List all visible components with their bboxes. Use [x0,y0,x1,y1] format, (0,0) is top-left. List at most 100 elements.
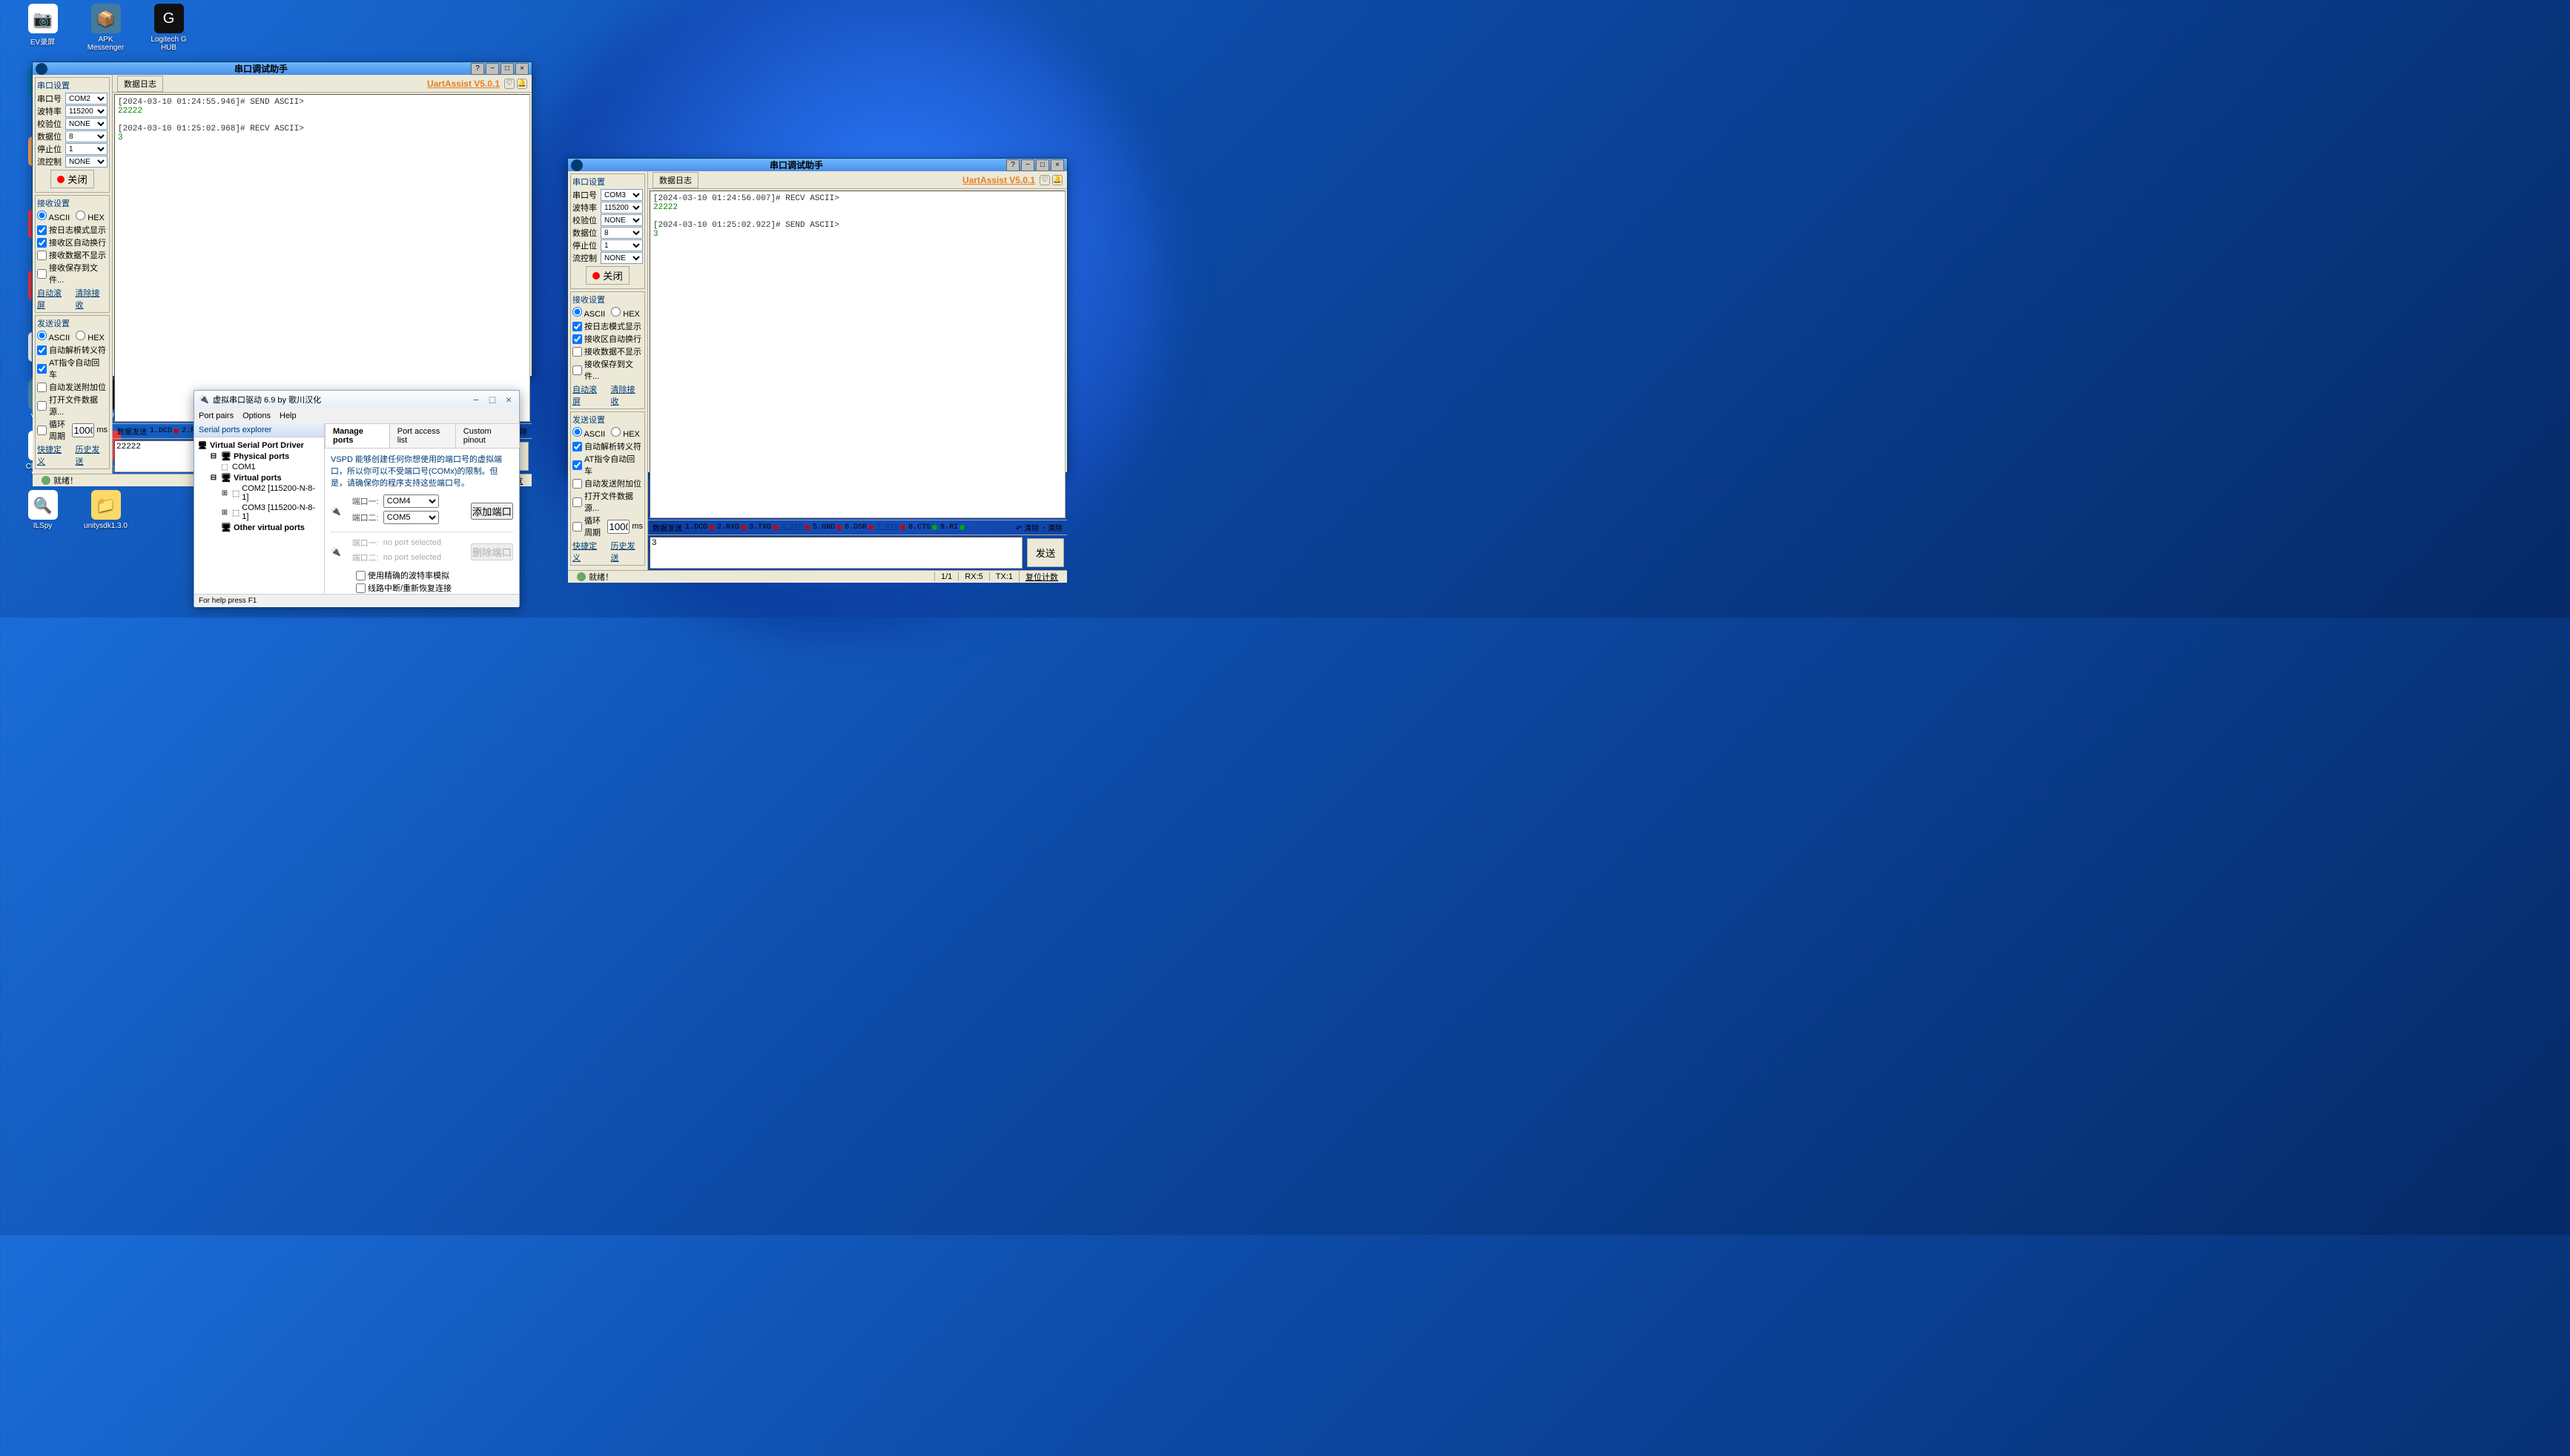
recv-hex-radio[interactable]: HEX [76,211,105,222]
send-chk4[interactable]: 打开文件数据源... [37,394,108,417]
titlebar[interactable]: 串口调试助手 ? − □ × [568,159,1067,171]
tab-pinout[interactable]: Custom pinout [455,423,520,448]
port1-select[interactable]: COM4 [383,494,439,508]
delete-pair-icon: 🔌 [331,547,341,557]
port-select[interactable]: COM3 [601,189,643,201]
send-chk5[interactable]: 循环周期 ms [37,418,108,442]
baud-select[interactable]: 115200 [65,105,108,117]
tree-physical[interactable]: ⊟🖥Physical ports [208,451,321,462]
titlebar[interactable]: 🔌 虚拟串口驱动 6.9 by 歌川汉化 − □ × [194,391,519,408]
send-chk1[interactable]: 自动解析转义符 [37,344,108,356]
tab-access[interactable]: Port access list [389,423,456,448]
port-settings-panel: 串口设置 串口号COM2 波特率115200 校验位NONE 数据位8 停止位1… [35,77,110,193]
desktop-icon-unitysdk[interactable]: 📁unitysdk1.3.0 [82,490,130,530]
baud-select[interactable]: 115200 [601,202,643,214]
app-icon: 🔌 [199,394,209,405]
tree-com2[interactable]: ⊞⬚COM2 [115200-N-8-1] [219,483,321,503]
parity-select[interactable]: NONE [65,118,108,130]
recv-chk4[interactable]: 接收保存到文件... [37,262,108,285]
minimize-button[interactable]: − [486,63,499,75]
send-settings-panel: 发送设置 ASCII HEX 自动解析转义符 AT指令自动回车 自动发送附加位 … [35,315,110,469]
window-title: 串口调试助手 [587,159,1006,171]
maximize-button[interactable]: □ [1036,159,1049,171]
app-icon [571,159,583,171]
history-link[interactable]: 历史发送 [76,443,108,467]
tree-com1[interactable]: ⬚COM1 [219,462,321,472]
menu-portpairs[interactable]: Port pairs [199,411,234,420]
delete-port-button[interactable]: 删除端口 [471,543,513,560]
desktop-icon-apk[interactable]: 📦APK Messenger [82,4,130,52]
minimize-button[interactable]: − [470,394,482,406]
port-select[interactable]: COM2 [65,93,108,105]
recv-settings-panel: 接收设置 ASCII HEX 按日志模式显示 接收区自动换行 接收数据不显示 接… [35,195,110,313]
help-button[interactable]: ? [471,63,484,75]
desktop-icon-ev[interactable]: 📷EV录屏 [19,4,67,52]
tab-manage[interactable]: Manage ports [325,423,390,448]
stopbits-select[interactable]: 1 [65,143,108,155]
tree-root[interactable]: 🖥Virtual Serial Port Driver [197,440,321,451]
titlebar[interactable]: 串口调试助手 ? − □ × [33,62,532,75]
databits-select[interactable]: 8 [65,130,108,142]
brand-link[interactable]: UartAssist V5.0.1 [427,79,500,89]
close-button[interactable]: × [1051,159,1064,171]
flow-select[interactable]: NONE [601,252,643,264]
send-chk2[interactable]: AT指令自动回车 [37,357,108,380]
port-close-button[interactable]: 关闭 [50,170,94,188]
add-port-button[interactable]: 添加端口 [471,503,513,520]
recv-chk3[interactable]: 接收数据不显示 [37,249,108,261]
ports-tree: 🖥Virtual Serial Port Driver ⊟🖥Physical p… [194,437,324,536]
minimize-button[interactable]: − [1021,159,1034,171]
flow-select[interactable]: NONE [65,156,108,168]
menu-help[interactable]: Help [280,411,297,420]
desktop-icons: 📷EV录屏 📦APK Messenger GLogitech G HUB [19,4,193,52]
recv-ascii-radio[interactable]: ASCII [37,211,70,222]
menubar: Port pairs Options Help [194,408,519,423]
log-tab[interactable]: 数据日志 [117,76,163,92]
send-button[interactable]: 发送 [1027,538,1064,567]
parity-select[interactable]: NONE [601,214,643,226]
close-button[interactable]: × [503,394,515,406]
stopbits-select[interactable]: 1 [601,239,643,251]
desktop-icon-logitech[interactable]: GLogitech G HUB [145,4,193,52]
autoscroll-link[interactable]: 自动滚屏 [37,287,70,311]
recv-chk2[interactable]: 接收区自动换行 [37,236,108,248]
vspd-window: 🔌 虚拟串口驱动 6.9 by 歌川汉化 − □ × Port pairs Op… [194,390,520,606]
tree-com3[interactable]: ⊞⬚COM3 [115200-N-8-1] [219,503,321,522]
vspd-description: VSPD 能够创建任何你想使用的端口号的虚拟端口，所以你可以不受端口号(COMx… [331,453,513,489]
menu-options[interactable]: Options [242,411,271,420]
port2-select[interactable]: COM5 [383,511,439,524]
send-hex-radio[interactable]: HEX [76,331,105,343]
maximize-button[interactable]: □ [486,394,498,406]
clear-recv-link[interactable]: 清除接收 [76,287,108,311]
close-button[interactable]: × [515,63,529,75]
log-area[interactable]: [2024-03-10 01:24:55.946]# SEND ASCII> 2… [114,94,530,422]
bell-icon[interactable]: 🔔 [517,79,527,89]
help-button[interactable]: ? [1006,159,1020,171]
recv-chk1[interactable]: 按日志模式显示 [37,224,108,236]
status-icon [42,476,50,485]
shortcut-link[interactable]: 快捷定义 [37,443,70,467]
vspd-chk2[interactable]: 线路中断/重新恢复连接 [356,582,513,594]
send-ascii-radio[interactable]: ASCII [37,331,70,343]
window-title: 虚拟串口驱动 6.9 by 歌川汉化 [213,394,321,406]
maximize-button[interactable]: □ [501,63,514,75]
port-close-button[interactable]: 关闭 [586,266,630,285]
desktop-icon-ilspy[interactable]: 🔍ILSpy [19,490,67,530]
add-pair-icon: 🔌 [331,506,341,516]
log-area[interactable]: [2024-03-10 01:24:56.007]# RECV ASCII> 2… [650,191,1066,518]
window-title: 串口调试助手 [51,62,471,75]
databits-select[interactable]: 8 [601,227,643,239]
explorer-title: Serial ports explorer [194,423,324,437]
uart-window-2: 串口调试助手 ? − □ × 串口设置 串口号COM3 波特率115200 校验… [567,158,1068,473]
status-dot-icon [57,176,65,183]
uart-window-1: 串口调试助手 ? − □ × 串口设置 串口号COM2 波特率115200 校验… [32,62,532,377]
app-icon [36,63,47,75]
statusbar: For help press F1 [194,594,519,607]
tree-virtual[interactable]: ⊟🖥Virtual ports [208,472,321,483]
vspd-chk1[interactable]: 使用精确的波特率模拟 [356,569,513,581]
favorite-icon[interactable]: ♡ [504,79,515,89]
send-chk3[interactable]: 自动发送附加位 [37,381,108,393]
send-header-label: 数据发送 [117,426,147,437]
send-textarea[interactable] [650,537,1023,569]
tree-other[interactable]: 🖥Other virtual ports [208,522,321,533]
